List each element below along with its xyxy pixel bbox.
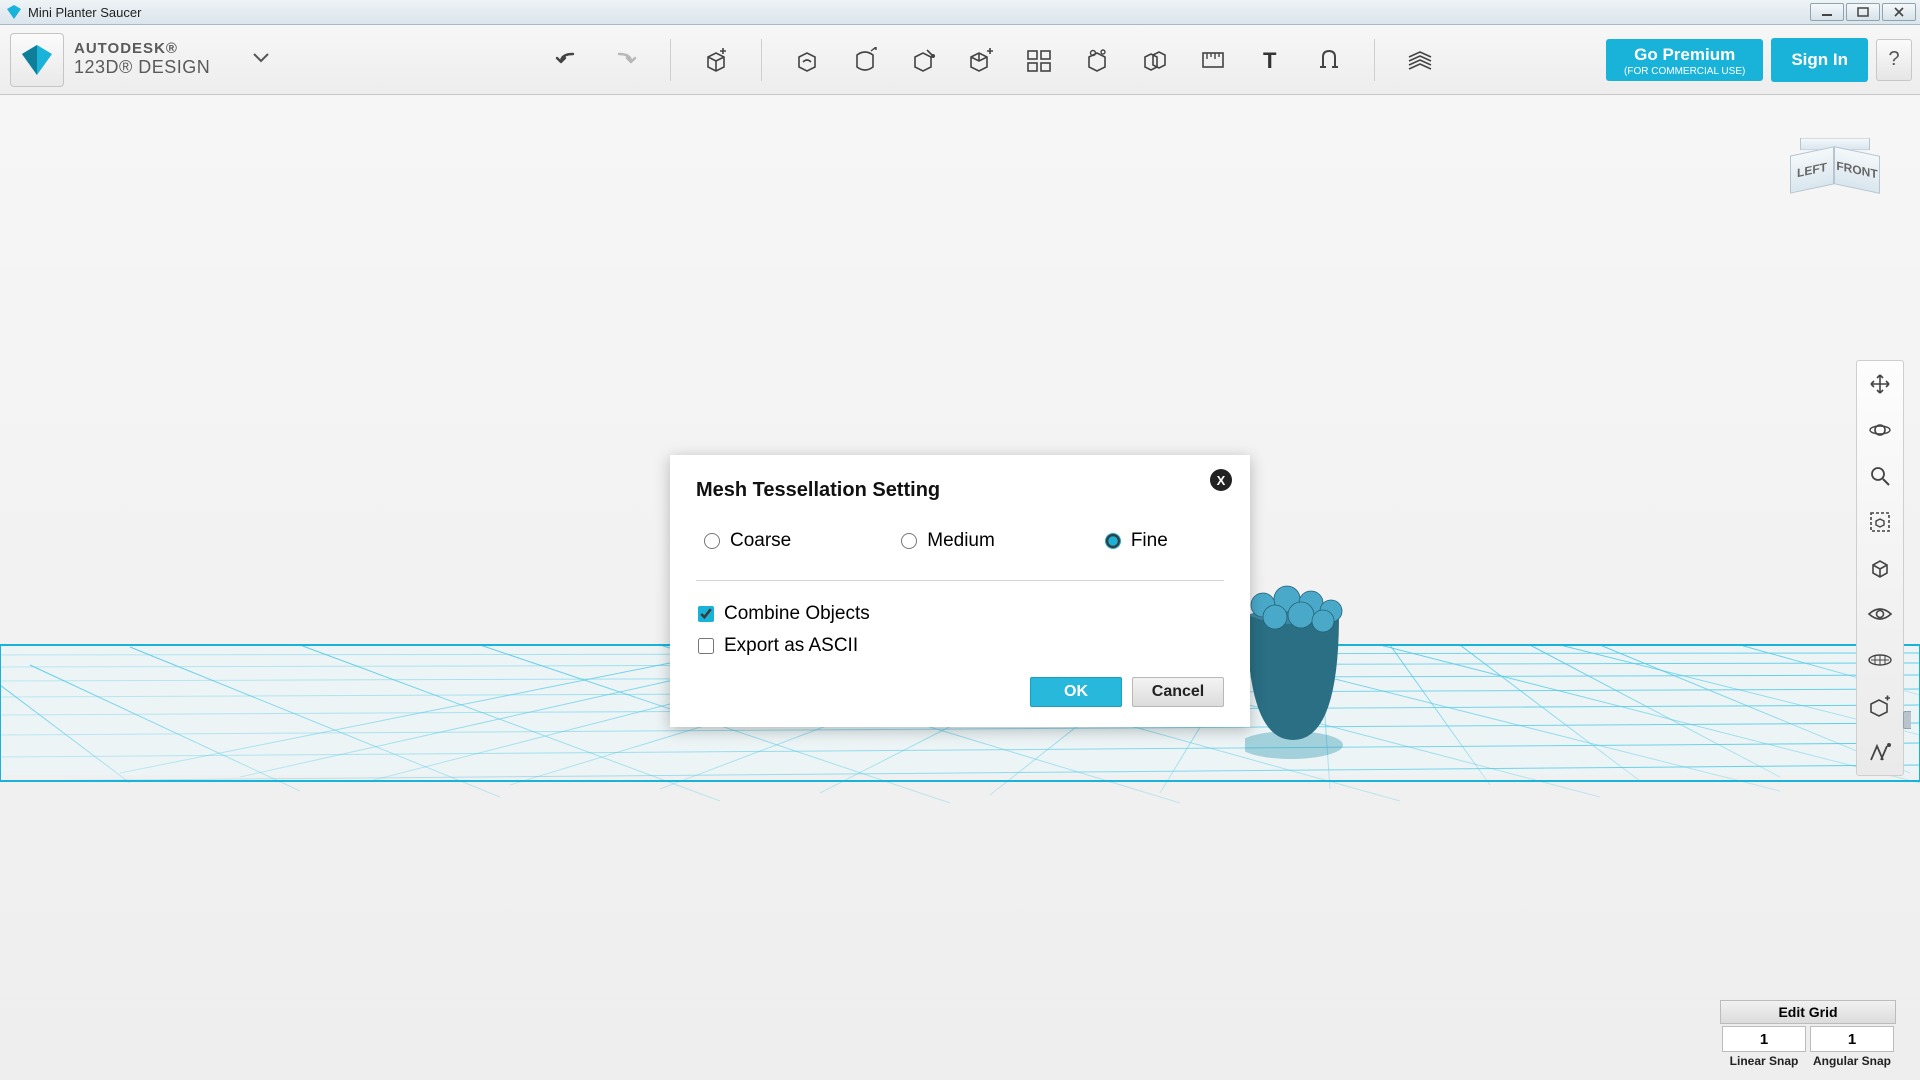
snap-panel: Edit Grid Linear Snap Angular Snap [1720, 1000, 1896, 1068]
sketch-button[interactable] [786, 39, 828, 81]
window-close-button[interactable] [1882, 3, 1916, 21]
cube-view-icon[interactable] [1863, 551, 1897, 585]
combine-checkbox[interactable] [698, 606, 714, 622]
main-toolbar: AUTODESK® 123D® DESIGN T Go Premium (FOR… [0, 25, 1920, 95]
toggle-grid-icon[interactable] [1863, 689, 1897, 723]
premium-sublabel: (FOR COMMERCIAL USE) [1624, 66, 1745, 77]
grouping-button[interactable] [1076, 39, 1118, 81]
materials-button[interactable] [1399, 39, 1441, 81]
medium-label: Medium [927, 530, 995, 552]
toolbar-icons: T [538, 25, 1449, 94]
snap-toggle-icon[interactable] [1863, 735, 1897, 769]
pan-icon[interactable] [1863, 367, 1897, 401]
fine-label: Fine [1131, 530, 1168, 552]
edit-grid-button[interactable]: Edit Grid [1720, 1000, 1896, 1024]
redo-button[interactable] [604, 39, 646, 81]
dialog-title: Mesh Tessellation Setting [696, 479, 1224, 502]
logo-text: AUTODESK® 123D® DESIGN [74, 41, 210, 77]
angular-snap-input[interactable] [1810, 1026, 1894, 1052]
navbar-collapse-handle[interactable] [1903, 711, 1911, 729]
pattern-button[interactable] [1018, 39, 1060, 81]
coarse-label: Coarse [730, 530, 791, 552]
fit-icon[interactable] [1863, 505, 1897, 539]
primitives-button[interactable] [695, 39, 737, 81]
visibility-icon[interactable] [1863, 597, 1897, 631]
combine-label: Combine Objects [724, 603, 870, 625]
ascii-label: Export as ASCII [724, 635, 858, 657]
app-menu[interactable]: AUTODESK® 123D® DESIGN [0, 33, 278, 87]
snap-button[interactable] [1308, 39, 1350, 81]
svg-text:T: T [1263, 48, 1277, 72]
ascii-checkbox[interactable] [698, 638, 714, 654]
export-ascii-option[interactable]: Export as ASCII [696, 635, 1224, 657]
display-mode-icon[interactable] [1863, 643, 1897, 677]
tessellation-fine-option[interactable]: Fine [1105, 530, 1168, 552]
angular-snap-label: Angular Snap [1813, 1054, 1891, 1068]
undo-button[interactable] [546, 39, 588, 81]
dialog-close-button[interactable]: X [1210, 469, 1232, 491]
transform-button[interactable] [960, 39, 1002, 81]
window-title: Mini Planter Saucer [28, 5, 141, 20]
dialog-cancel-button[interactable]: Cancel [1132, 677, 1224, 707]
window-maximize-button[interactable] [1846, 3, 1880, 21]
app-icon [6, 4, 22, 20]
modify-button[interactable] [902, 39, 944, 81]
linear-snap-input[interactable] [1722, 1026, 1806, 1052]
construct-button[interactable] [844, 39, 886, 81]
brand-line1: AUTODESK® [74, 41, 210, 58]
tessellation-medium-option[interactable]: Medium [901, 530, 995, 552]
tessellation-coarse-option[interactable]: Coarse [704, 530, 791, 552]
go-premium-button[interactable]: Go Premium (FOR COMMERCIAL USE) [1606, 39, 1763, 81]
sign-in-button[interactable]: Sign In [1771, 38, 1868, 82]
medium-radio[interactable] [901, 533, 917, 549]
brand-line2: 123D® DESIGN [74, 58, 210, 78]
navigation-bar [1856, 360, 1904, 776]
zoom-icon[interactable] [1863, 459, 1897, 493]
orbit-icon[interactable] [1863, 413, 1897, 447]
premium-label: Go Premium [1624, 45, 1745, 65]
measure-button[interactable] [1192, 39, 1234, 81]
viewcube-left[interactable]: LEFT [1790, 146, 1834, 193]
chevron-down-icon[interactable] [252, 51, 270, 69]
logo-icon [10, 33, 64, 87]
dialog-ok-button[interactable]: OK [1030, 677, 1122, 707]
text-button[interactable]: T [1250, 39, 1292, 81]
viewport[interactable]: LEFT FRONT Edit Grid Linear Snap Angular… [0, 95, 1920, 1080]
window-minimize-button[interactable] [1810, 3, 1844, 21]
combine-objects-option[interactable]: Combine Objects [696, 603, 1224, 625]
linear-snap-label: Linear Snap [1730, 1054, 1799, 1068]
help-button[interactable]: ? [1876, 39, 1912, 81]
viewcube[interactable]: LEFT FRONT [1790, 135, 1880, 205]
window-titlebar: Mini Planter Saucer [0, 0, 1920, 25]
fine-radio[interactable] [1105, 533, 1121, 549]
mesh-tessellation-dialog: X Mesh Tessellation Setting Coarse Mediu… [670, 455, 1250, 727]
coarse-radio[interactable] [704, 533, 720, 549]
model-preview [1245, 585, 1345, 765]
combine-button[interactable] [1134, 39, 1176, 81]
viewcube-front[interactable]: FRONT [1834, 146, 1880, 194]
